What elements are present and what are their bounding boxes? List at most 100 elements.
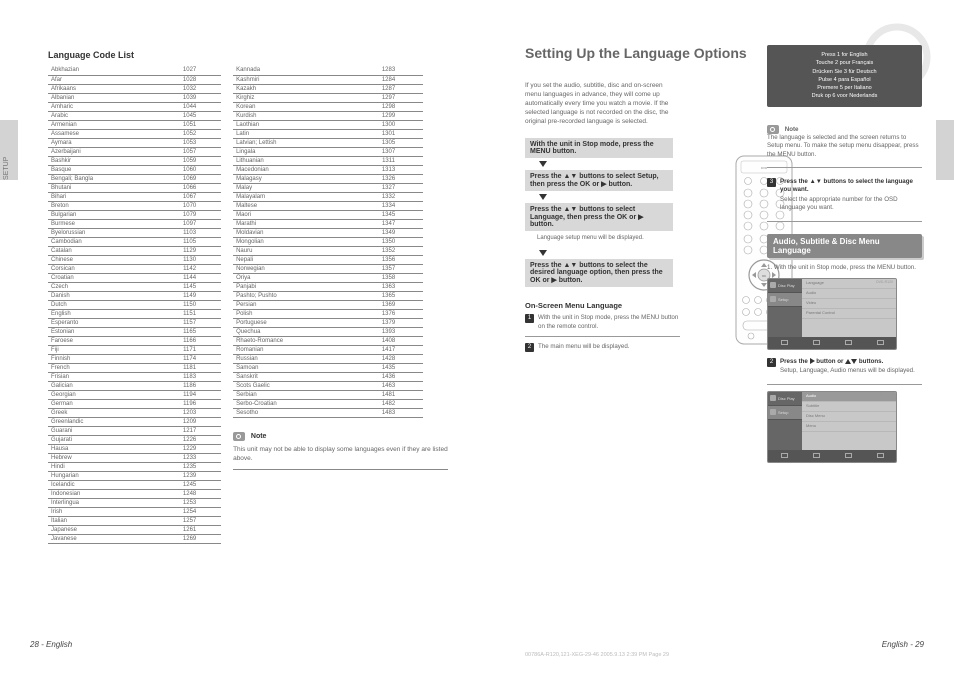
table-row: Persian1369 [233, 300, 423, 309]
table-row: Corsican1142 [48, 264, 221, 273]
svg-text:OK: OK [762, 274, 766, 278]
right-page: Setting Up the Language Options If you s… [477, 0, 954, 675]
table-title: Language Code List [48, 50, 448, 60]
table-row: Armenian1051 [48, 120, 221, 129]
step-text: Setup, Language, Audio menus will be dis… [780, 367, 915, 374]
language-table-left: Abkhazian1027Afar1028Afrikaans1032Albani… [48, 66, 221, 544]
table-row: Latin1301 [233, 129, 423, 138]
down-arrow-icon [851, 359, 857, 364]
table-row: Hungarian1239 [48, 471, 221, 480]
table-row: Japanese1261 [48, 525, 221, 534]
table-row: Malagasy1326 [233, 174, 423, 183]
table-row: Fiji1171 [48, 345, 221, 354]
step-number: 1 [525, 314, 534, 323]
table-row: Guarani1217 [48, 426, 221, 435]
table-row: Irish1254 [48, 507, 221, 516]
table-row: Latvian; Lettish1305 [233, 138, 423, 147]
table-row: Faroese1166 [48, 336, 221, 345]
table-row: Portuguese1379 [233, 318, 423, 327]
table-row: Indonesian1248 [48, 489, 221, 498]
table-row: Mongolian1350 [233, 237, 423, 246]
table-row: Rhaeto-Romance1408 [233, 336, 423, 345]
table-row: Nepali1356 [233, 255, 423, 264]
table-row: French1181 [48, 363, 221, 372]
table-row: Kannada1283 [233, 66, 423, 75]
table-row: Icelandic1245 [48, 480, 221, 489]
table-row: Finnish1174 [48, 354, 221, 363]
table-row: German1196 [48, 399, 221, 408]
step-text: The main menu will be displayed. [538, 343, 680, 352]
table-row: Frisian1183 [48, 372, 221, 381]
table-row: Cambodian1105 [48, 237, 221, 246]
note-label: Note [251, 433, 267, 440]
step-bold: Press the button or buttons. [780, 358, 922, 366]
table-row: Dutch1150 [48, 300, 221, 309]
table-row: Lingala1307 [233, 147, 423, 156]
table-row: Bulgarian1079 [48, 210, 221, 219]
page-number-right: English - 29 [882, 640, 924, 649]
table-row: Quechua1393 [233, 327, 423, 336]
table-row: Interlingua1253 [48, 498, 221, 507]
table-row: Albanian1039 [48, 93, 221, 102]
step-number: 2 [767, 358, 776, 367]
table-row: Hausa1229 [48, 444, 221, 453]
arrow-down-icon [539, 161, 547, 167]
table-row: Lithuanian1311 [233, 156, 423, 165]
language-table-right-top: Kannada1283Kashmiri1284Kazakh1287Kirghiz… [233, 66, 423, 418]
table-row: Norwegian1357 [233, 264, 423, 273]
table-row: Czech1145 [48, 282, 221, 291]
table-row: Burmese1097 [48, 219, 221, 228]
table-row: Greek1203 [48, 408, 221, 417]
arrow-down-icon [539, 194, 547, 200]
table-row: Byelorussian1103 [48, 228, 221, 237]
menu-screenshot-1: Disc PlaySetupLanguageAudioVideoParental… [767, 278, 897, 350]
nav-step-2: 2 Press the button or buttons. Setup, La… [767, 358, 922, 385]
section-text: 1. With the unit in Stop mode, press the… [767, 264, 922, 272]
step-list-1: 1 With the unit in Stop mode, press the M… [525, 314, 680, 357]
table-row: Hindi1235 [48, 462, 221, 471]
side-tab-right [936, 120, 954, 180]
right-arrow-icon [810, 358, 815, 364]
step-text: Select the appropriate number for the OS… [780, 196, 898, 211]
table-row: English1151 [48, 309, 221, 318]
table-row: Serbian1481 [233, 390, 423, 399]
table-row: Oriya1358 [233, 273, 423, 282]
table-row: Nauru1352 [233, 246, 423, 255]
language-prompt-screen: Press 1 for EnglishTouche 2 pour Françai… [767, 45, 922, 107]
step-item: 2 The main menu will be displayed. [525, 343, 680, 357]
table-row: Danish1149 [48, 291, 221, 300]
note-text: The language is selected and the screen … [767, 134, 919, 158]
step-bold: Press the ▲▼ buttons to select the langu… [780, 178, 922, 195]
table-row: Bihari1067 [48, 192, 221, 201]
table-row: Greenlandic1209 [48, 417, 221, 426]
table-row: Russian1428 [233, 354, 423, 363]
table-row: Maori1345 [233, 210, 423, 219]
table-row: Polish1376 [233, 309, 423, 318]
table-row: Marathi1347 [233, 219, 423, 228]
left-page: SETUP Language Code List Abkhazian1027Af… [0, 0, 477, 675]
table-row: Amharic1044 [48, 102, 221, 111]
step-3: 3 Press the ▲▼ buttons to select the lan… [767, 178, 922, 221]
table-row: Assamese1052 [48, 129, 221, 138]
table-row: Aymara1053 [48, 138, 221, 147]
arrow-down-icon [539, 250, 547, 256]
table-row: Hebrew1233 [48, 453, 221, 462]
table-row: Esperanto1157 [48, 318, 221, 327]
table-row: Catalan1129 [48, 246, 221, 255]
table-row: Korean1298 [233, 102, 423, 111]
table-row: Panjabi1363 [233, 282, 423, 291]
step-number: 2 [525, 343, 534, 352]
table-row: Kazakh1287 [233, 84, 423, 93]
table-row: Romanian1417 [233, 345, 423, 354]
table-row: Estonian1165 [48, 327, 221, 336]
table-row: Breton1070 [48, 201, 221, 210]
table-row: Javanese1269 [48, 534, 221, 543]
table-row: Sesotho1483 [233, 408, 423, 417]
table-row: Serbo-Croatian1482 [233, 399, 423, 408]
table-row: Gujarati1226 [48, 435, 221, 444]
step-text: With the unit in Stop mode, press the ME… [538, 314, 680, 331]
table-row: Kirghiz1297 [233, 93, 423, 102]
step-item: 1 With the unit in Stop mode, press the M… [525, 314, 680, 337]
right-note: Note The language is selected and the sc… [767, 125, 922, 169]
table-row: Chinese1130 [48, 255, 221, 264]
